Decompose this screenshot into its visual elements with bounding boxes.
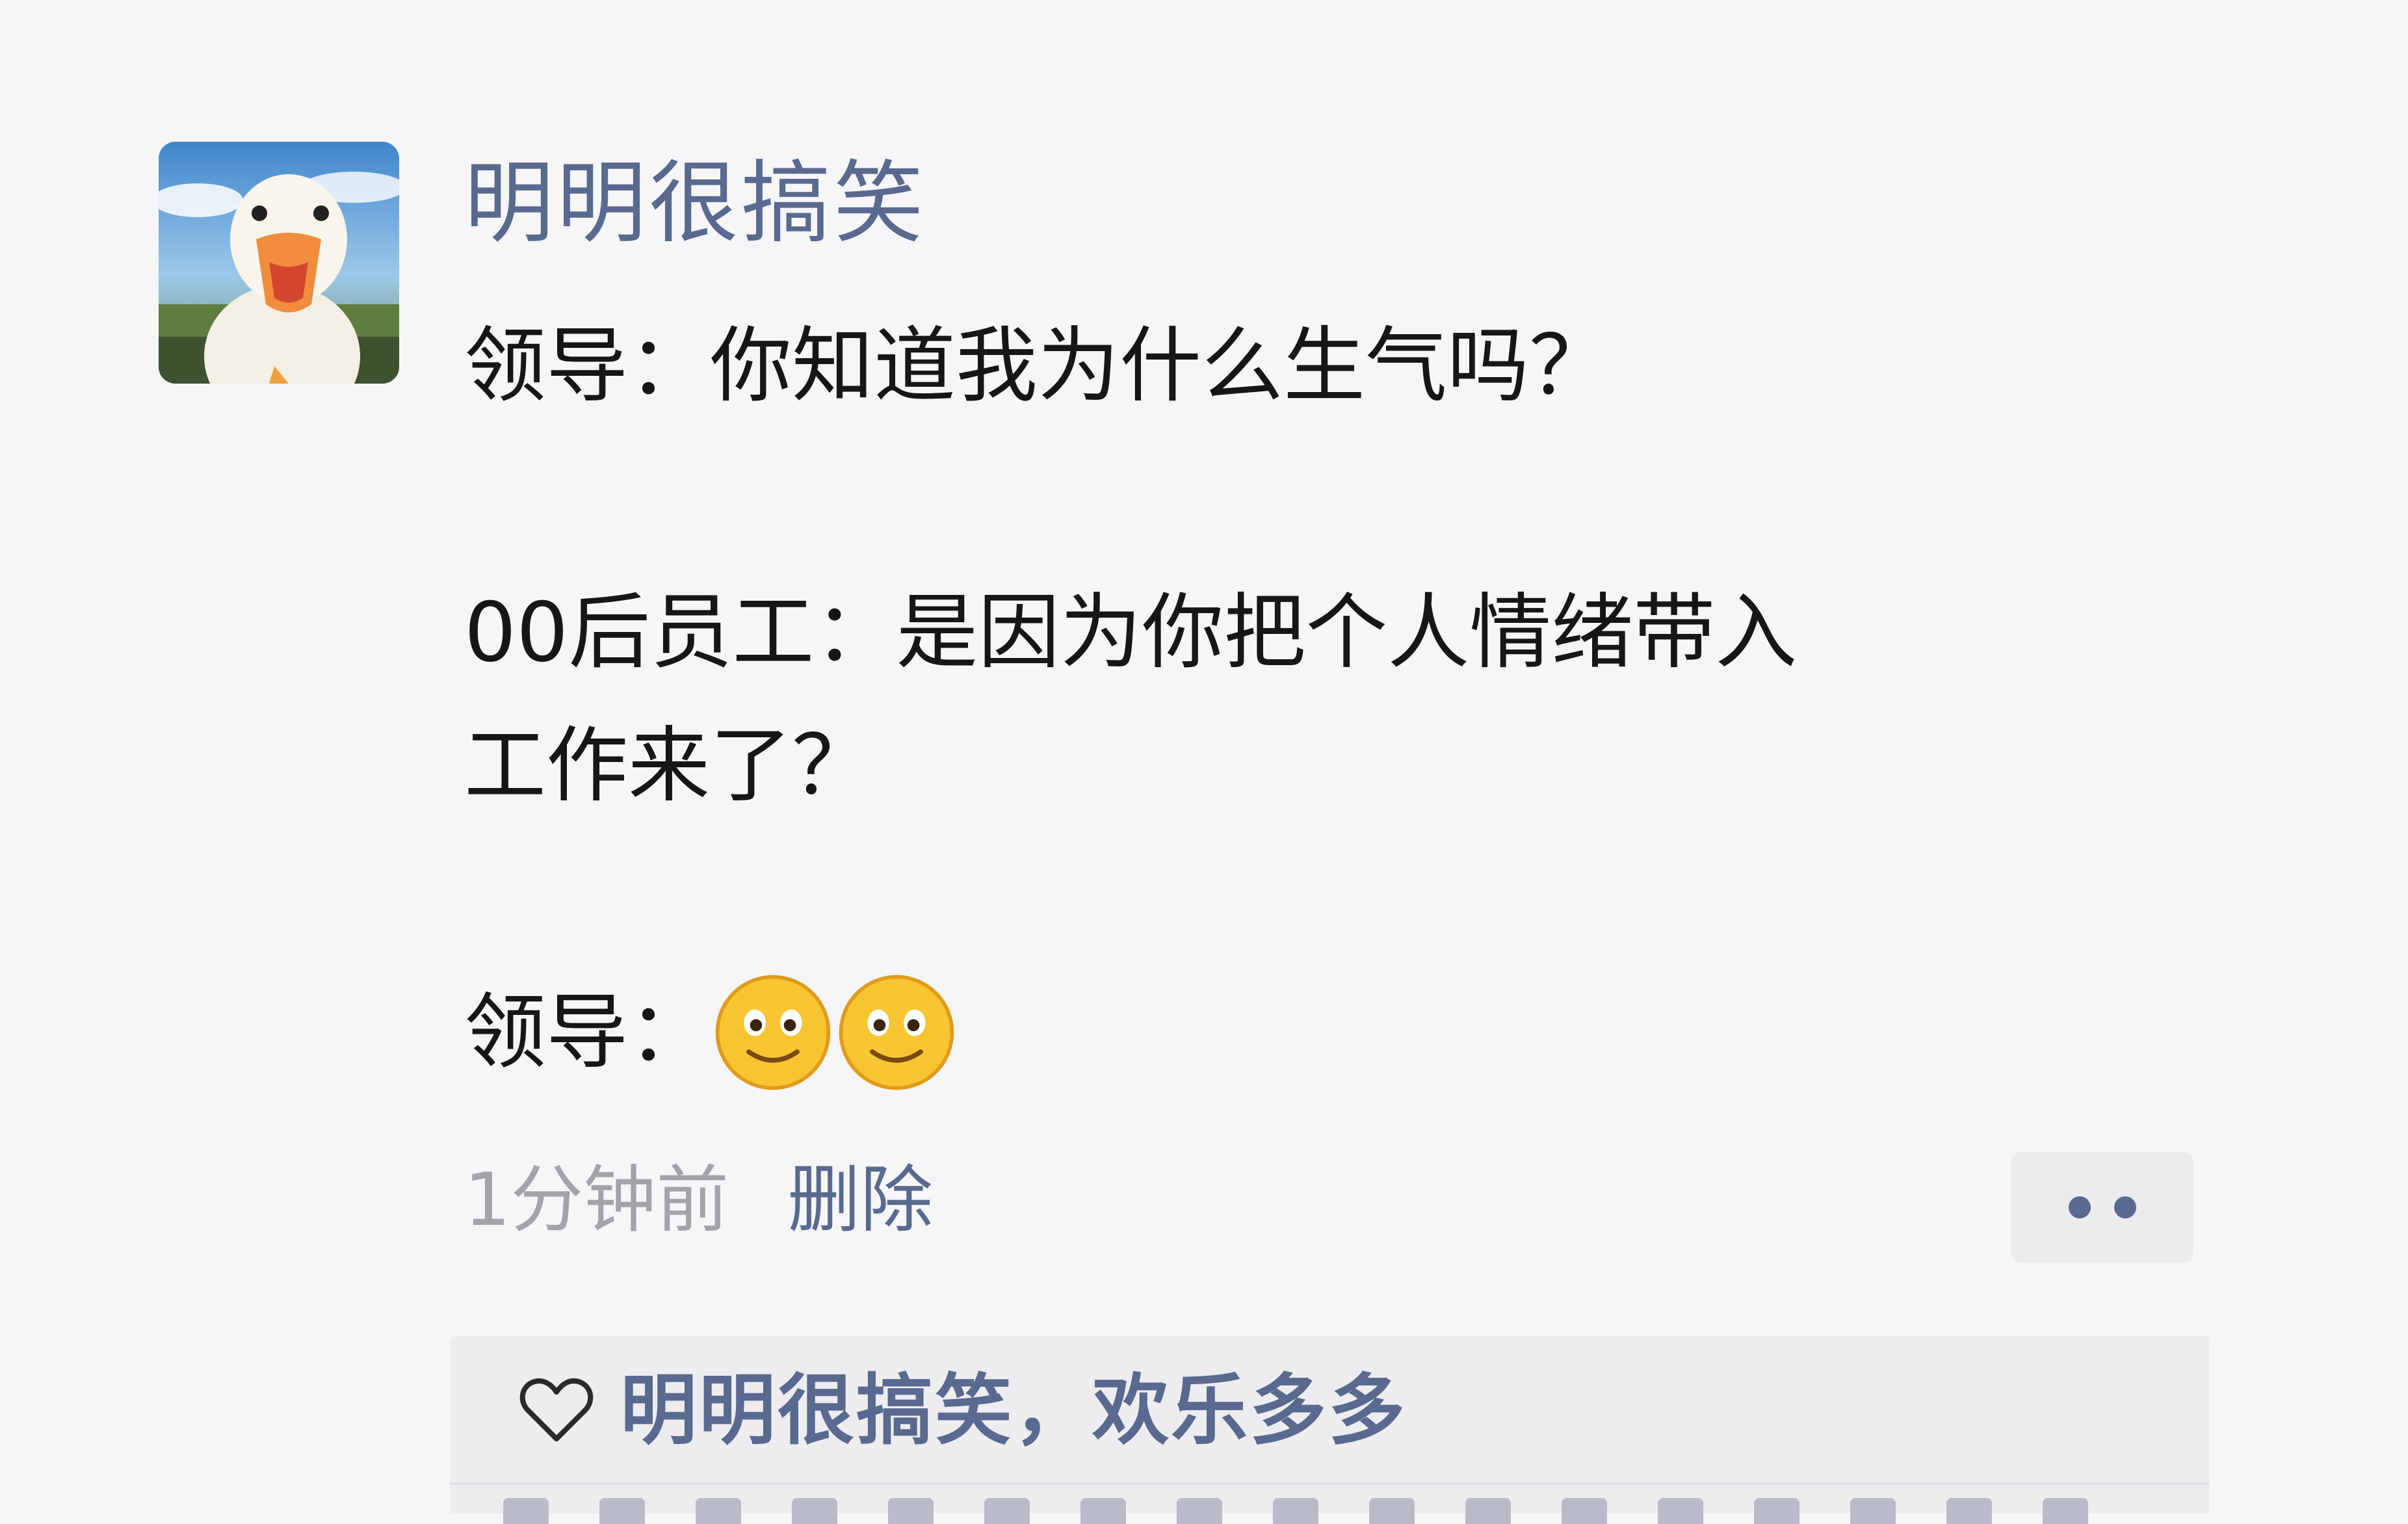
- post-meta: 1分钟前 删除: [464, 1155, 933, 1246]
- content-line: 工作来了？: [464, 718, 874, 813]
- author-name[interactable]: 明明很搞笑: [464, 148, 926, 259]
- moment-post: 明明很搞笑 领导：你知道我为什么生气吗？ 00后员工：是因为你把个人情绪带入 工…: [0, 0, 2408, 1524]
- likes-names[interactable]: 明明很搞笑，欢乐多多: [620, 1361, 1407, 1459]
- likes-box: 明明很搞笑，欢乐多多: [450, 1335, 2209, 1524]
- avatar[interactable]: [159, 142, 399, 384]
- duck-avatar-image: [159, 142, 399, 384]
- content-line-label: 领导：: [464, 984, 710, 1080]
- content-line: 00后员工：是因为你把个人情绪带入: [464, 585, 1798, 680]
- content-line-emoji: 领导：: [464, 966, 2187, 1099]
- content-line: 领导：你知道我为什么生气吗？: [464, 318, 1611, 414]
- heart-icon: [519, 1376, 594, 1444]
- dot: [2114, 1196, 2136, 1218]
- dot: [2069, 1196, 2091, 1218]
- post-content: 领导：你知道我为什么生气吗？ 00后员工：是因为你把个人情绪带入 工作来了？ 领…: [464, 299, 2187, 1099]
- likes-row: 明明很搞笑，欢乐多多: [519, 1361, 1407, 1459]
- delete-button[interactable]: 删除: [787, 1158, 933, 1242]
- divider: [450, 1482, 2209, 1485]
- smile-emoji-icon: [836, 972, 957, 1093]
- more-dots-icon[interactable]: [2011, 1152, 2193, 1263]
- post-time: 1分钟前: [464, 1158, 729, 1242]
- smile-emoji-icon: [713, 972, 833, 1093]
- comment-row-cut-off: [503, 1498, 2180, 1524]
